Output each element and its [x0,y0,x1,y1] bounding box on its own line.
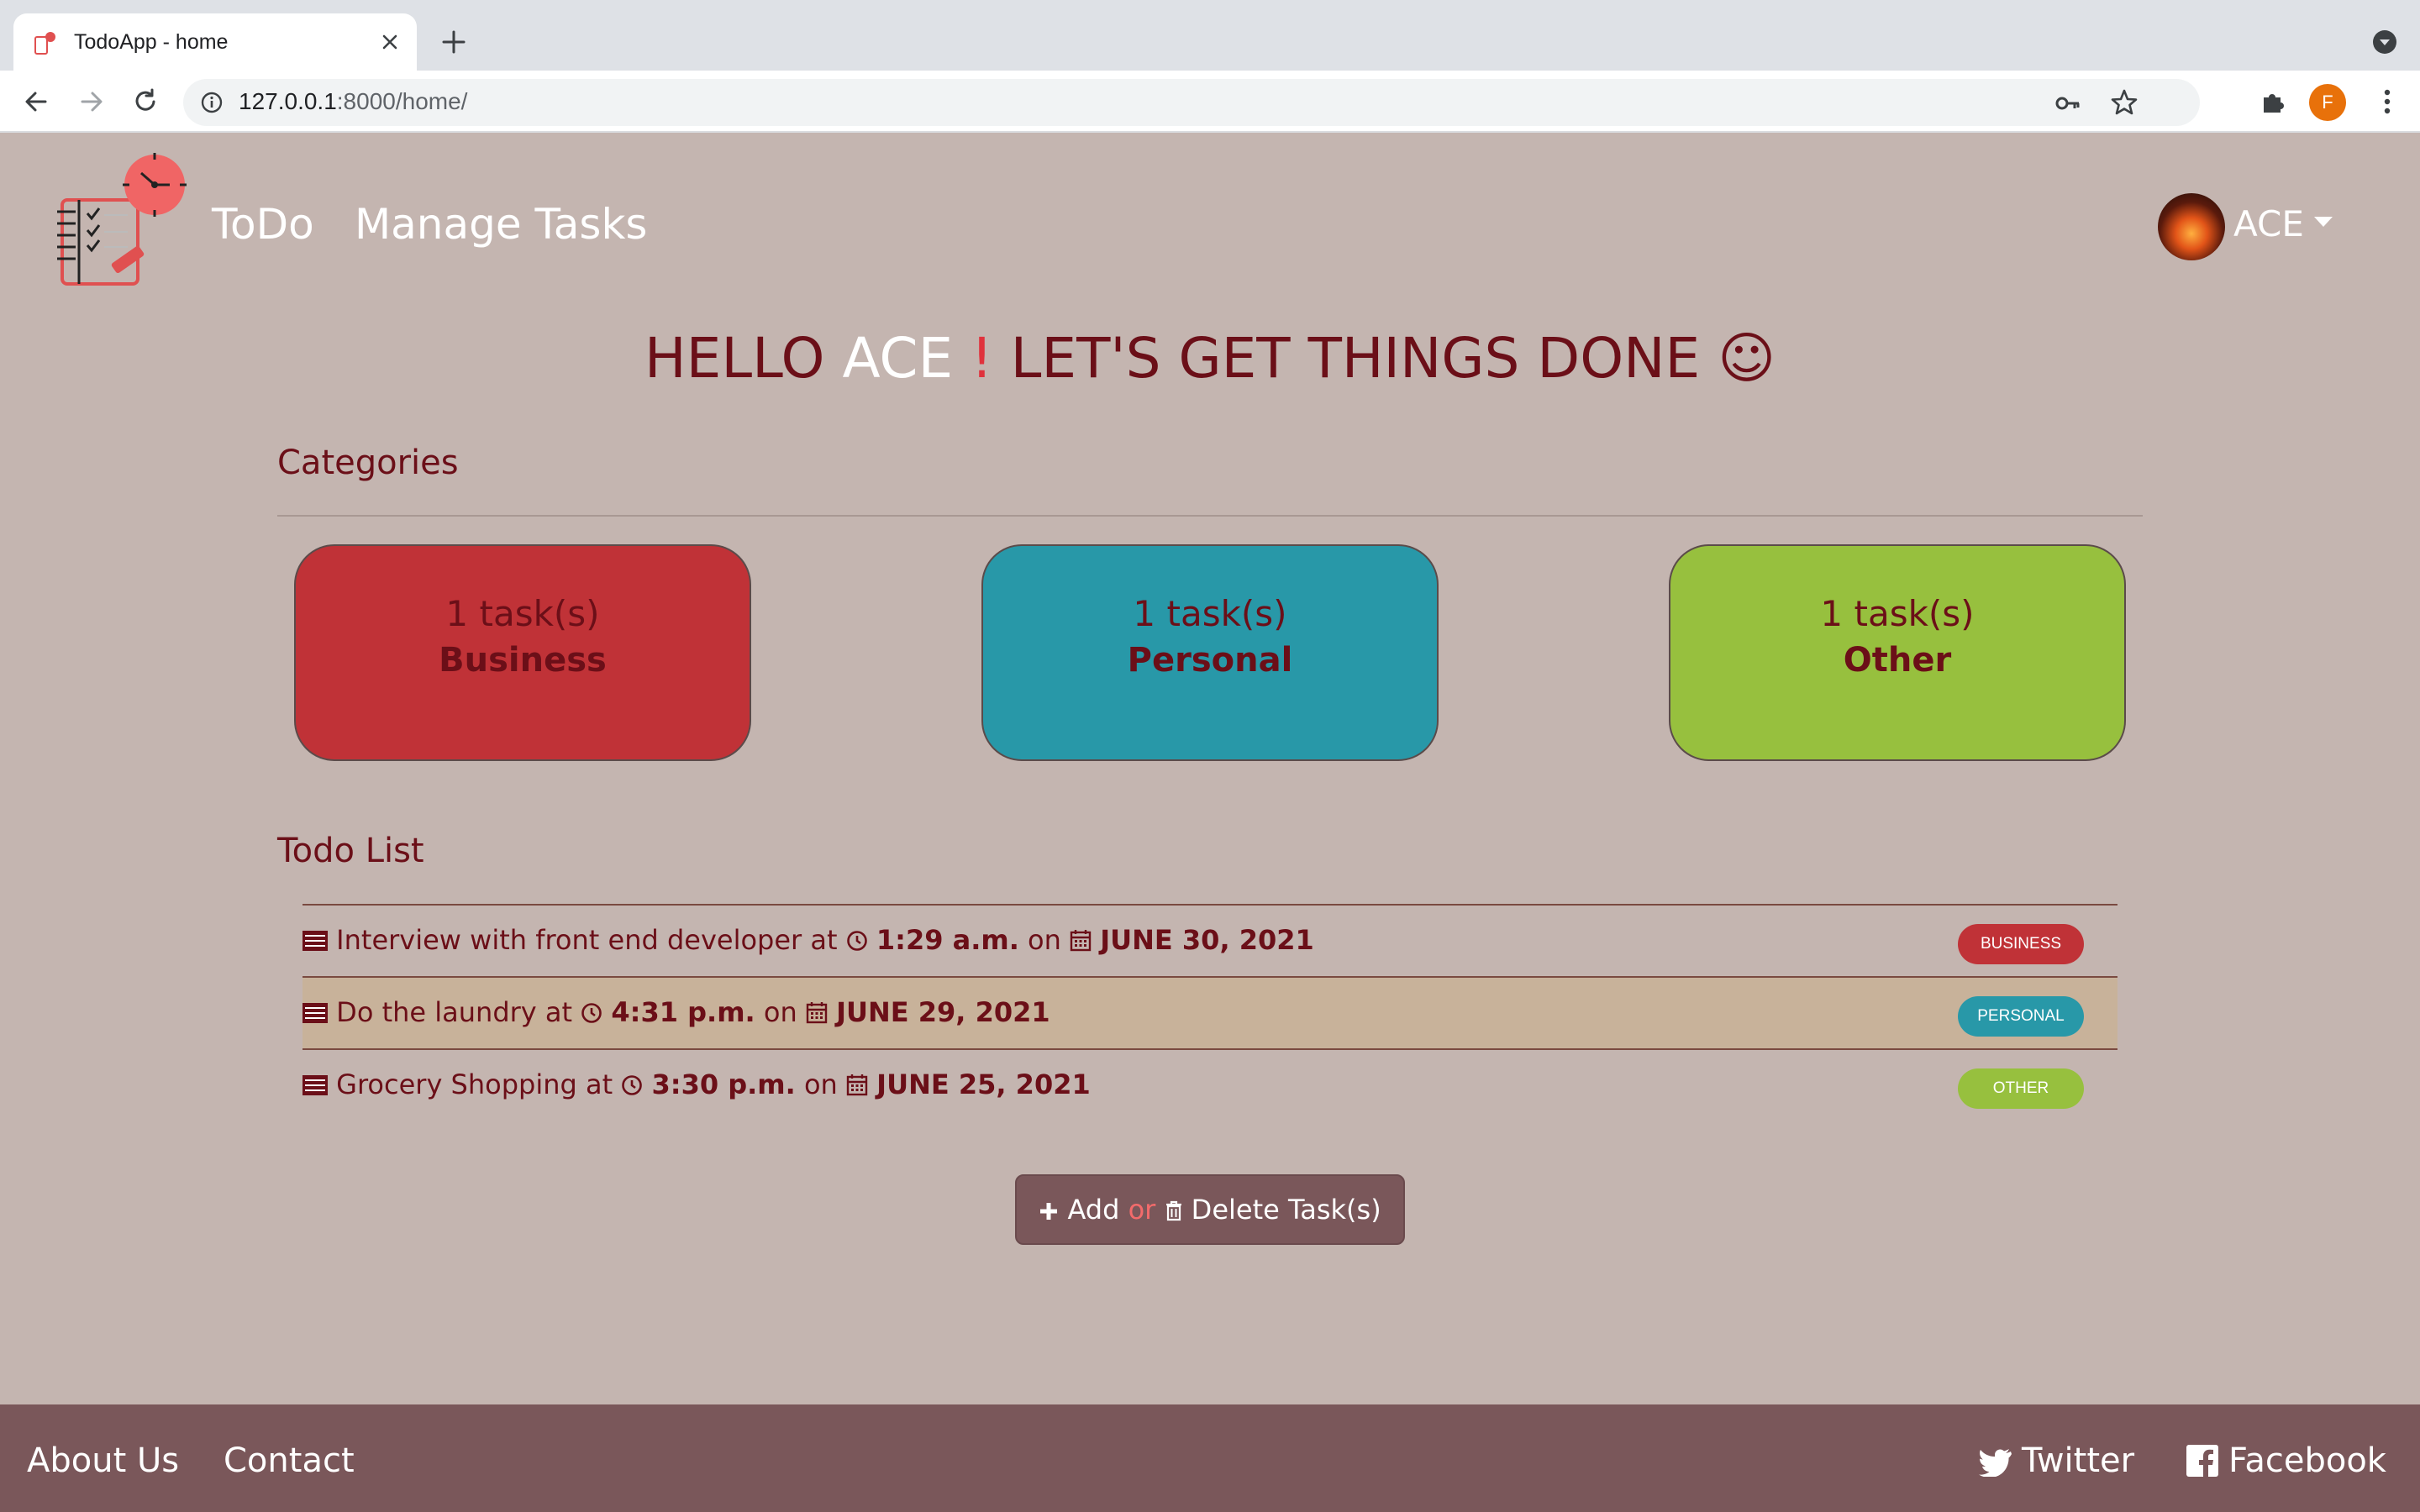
calendar-icon [806,1002,828,1024]
facebook-icon [2186,1445,2218,1477]
category-card-business[interactable]: 1 task(s) Business [294,544,751,761]
brand-link[interactable]: ToDo [212,200,314,249]
calendar-icon [846,1074,868,1096]
todo-favicon-icon [34,32,55,55]
tab-search-icon[interactable] [2371,29,2398,55]
address-bar[interactable]: 127.0.0.1:8000/home/ [183,79,2200,126]
todo-row[interactable]: Do the laundry at 4:31 p.m. on JUNE 29, … [302,978,2118,1050]
list-icon [302,931,328,951]
bookmark-star-icon[interactable] [2109,87,2139,118]
todo-list-title: Todo List [277,832,424,870]
todo-list: Interview with front end developer at 1:… [302,904,2118,1122]
tab-title: TodoApp - home [74,30,229,54]
todo-task: Do the laundry [336,996,537,1028]
todo-time: 1:29 a.m. [876,924,1019,956]
category-name: Other [1843,641,1952,680]
extensions-puzzle-icon[interactable] [2257,86,2289,118]
category-badge: BUSINESS [1958,924,2084,964]
todo-text: Interview with front end developer at 1:… [302,924,1314,956]
category-card-other[interactable]: 1 task(s) Other [1669,544,2126,761]
todo-date: JUNE 25, 2021 [876,1068,1091,1100]
browser-tab[interactable]: TodoApp - home [13,13,417,71]
footer: About Us Contact Twitter Facebook [0,1404,2420,1512]
list-icon [302,1075,328,1095]
browser-tab-bar: TodoApp - home [0,0,2420,71]
forward-icon[interactable] [76,86,108,118]
back-icon[interactable] [20,86,52,118]
category-name: Business [439,641,607,680]
category-name: Personal [1127,641,1293,680]
todo-task: Grocery Shopping [336,1068,577,1100]
user-avatar[interactable] [2158,193,2225,260]
footer-contact-link[interactable]: Contact [224,1441,355,1480]
user-menu-name[interactable]: ACE [2233,203,2304,244]
plus-icon [1040,1203,1058,1220]
todo-date: JUNE 29, 2021 [836,996,1050,1028]
categories-title: Categories [277,444,459,482]
calendar-icon [1070,930,1092,952]
todo-time: 4:31 p.m. [611,996,755,1028]
browser-toolbar: 127.0.0.1:8000/home/ F [0,71,2420,133]
clock-icon [622,1075,643,1095]
category-count: 1 task(s) [1133,593,1287,634]
greeting-heading: HELLO ACE ! LET'S GET THINGS DONE ☺ [644,326,1776,391]
category-count: 1 task(s) [1820,593,1975,634]
clock-icon [581,1003,602,1023]
url-text[interactable]: 127.0.0.1:8000/home/ [239,88,467,115]
nav-manage-tasks[interactable]: Manage Tasks [355,200,647,249]
todo-time: 3:30 p.m. [651,1068,796,1100]
footer-facebook-link[interactable]: Facebook [2186,1441,2386,1480]
trash-icon [1165,1200,1181,1221]
todo-text: Do the laundry at 4:31 p.m. on JUNE 29, … [302,996,1050,1028]
todo-task: Interview with front end developer [336,924,802,956]
divider [277,515,2143,517]
todo-row[interactable]: Interview with front end developer at 1:… [302,906,2118,978]
category-count: 1 task(s) [445,593,600,634]
footer-twitter-link[interactable]: Twitter [1978,1441,2134,1480]
more-menu-icon[interactable] [2371,86,2403,118]
category-badge: PERSONAL [1958,996,2084,1037]
todo-text: Grocery Shopping at 3:30 p.m. on JUNE 25… [302,1068,1091,1100]
key-icon[interactable] [2054,89,2082,118]
app-page: ToDo Manage Tasks ACE HELLO ACE ! LET'S … [0,133,2420,1512]
info-icon[interactable] [200,91,224,114]
todo-date: JUNE 30, 2021 [1100,924,1314,956]
category-card-personal[interactable]: 1 task(s) Personal [981,544,1439,761]
profile-avatar[interactable]: F [2309,84,2346,121]
todo-logo-icon[interactable] [47,151,190,294]
caret-down-icon[interactable] [2314,217,2333,227]
add-delete-tasks-button[interactable]: Add or Delete Task(s) [1015,1174,1405,1245]
close-icon[interactable] [376,29,403,55]
category-badge: OTHER [1958,1068,2084,1109]
footer-about-link[interactable]: About Us [27,1441,179,1480]
todo-row[interactable]: Grocery Shopping at 3:30 p.m. on JUNE 25… [302,1050,2118,1122]
twitter-icon [1979,1449,2012,1477]
list-icon [302,1003,328,1023]
reload-icon[interactable] [129,86,161,118]
new-tab-icon[interactable] [439,27,469,57]
clock-icon [846,931,867,951]
